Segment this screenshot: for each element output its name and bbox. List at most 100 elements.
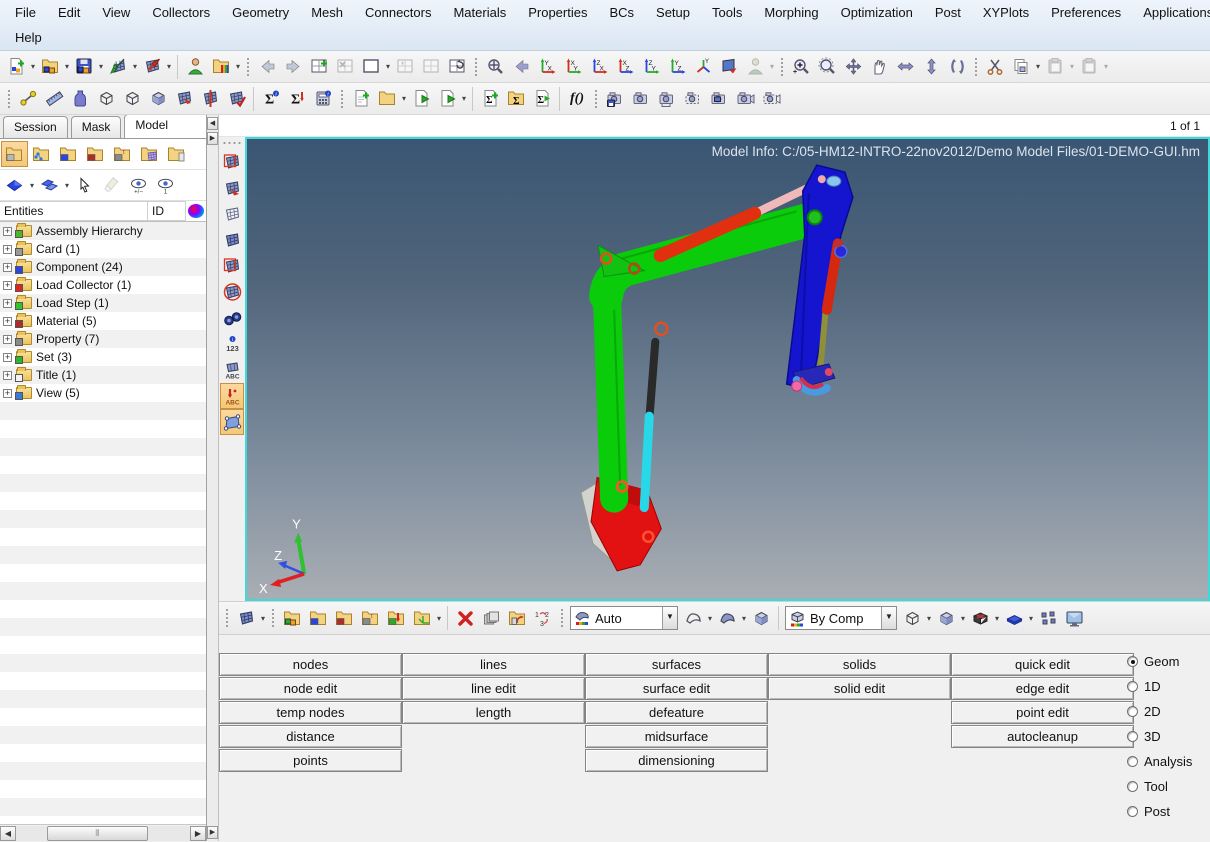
radio-3d[interactable]: 3D — [1127, 724, 1192, 749]
flip-view-icon[interactable] — [716, 54, 742, 80]
new-summary-icon[interactable]: Σ — [477, 86, 503, 112]
material-view-icon[interactable] — [82, 141, 109, 167]
mesh-orient-icon[interactable] — [171, 86, 197, 112]
radio-dot[interactable] — [1127, 731, 1138, 742]
tree-item-material[interactable]: + Material (5) — [0, 312, 206, 330]
dimensioning-button[interactable]: dimensioning — [585, 749, 768, 772]
zoom-lasso-icon[interactable] — [814, 54, 840, 80]
color-column-icon[interactable] — [188, 204, 204, 218]
autocleanup-button[interactable]: autocleanup — [951, 725, 1134, 748]
radio-dot[interactable] — [1127, 806, 1138, 817]
tree-item-set[interactable]: + Set (3) — [0, 348, 206, 366]
material-collector-icon[interactable] — [331, 605, 357, 631]
mesh-section-icon[interactable] — [197, 86, 223, 112]
video-capture-icon[interactable] — [732, 86, 758, 112]
open-report-dropdown[interactable]: ▾ — [400, 94, 408, 103]
length-button[interactable]: length — [402, 701, 585, 724]
menu-post[interactable]: Post — [924, 2, 972, 23]
expand-icon[interactable]: + — [3, 316, 12, 326]
view-iso-icon[interactable]: Y — [690, 54, 716, 80]
link-view-icon[interactable] — [28, 141, 55, 167]
menu-geometry[interactable]: Geometry — [221, 2, 300, 23]
wireframe-cube-dropdown[interactable]: ▾ — [925, 614, 933, 623]
tree-item-view[interactable]: + View (5) — [0, 384, 206, 402]
summary-export-icon[interactable]: Σ — [284, 86, 310, 112]
export-dropdown[interactable]: ▾ — [165, 62, 173, 71]
user-profile-icon[interactable] — [182, 54, 208, 80]
quick-edit-button[interactable]: quick edit — [951, 653, 1134, 676]
menu-bcs[interactable]: BCs — [598, 2, 645, 23]
node-edit-button[interactable]: node edit — [219, 677, 402, 700]
element-handles-icon[interactable] — [967, 605, 993, 631]
snapshot-window-icon[interactable] — [706, 86, 732, 112]
tree-item-assembly[interactable]: + Assembly Hierarchy — [0, 222, 206, 240]
menu-mesh[interactable]: Mesh — [300, 2, 354, 23]
arrows-horizontal-icon[interactable] — [892, 54, 918, 80]
mesh-mixed-icon[interactable] — [220, 253, 244, 279]
new-window-icon[interactable] — [306, 54, 332, 80]
temp-nodes-button[interactable]: temp nodes — [219, 701, 402, 724]
surface-handles-toggle-icon[interactable] — [220, 409, 244, 435]
expand-icon[interactable]: + — [3, 352, 12, 362]
wireframe-surface-dropdown[interactable]: ▾ — [706, 614, 714, 623]
wireframe-cube-icon[interactable] — [899, 605, 925, 631]
plate-thickness-dropdown[interactable]: ▾ — [1027, 614, 1035, 623]
radio-dot[interactable] — [1127, 656, 1138, 667]
system-collector-icon[interactable] — [409, 605, 435, 631]
menu-materials[interactable]: Materials — [442, 2, 517, 23]
import-icon[interactable] — [105, 54, 131, 80]
previous-view-icon[interactable] — [508, 54, 534, 80]
nav-forward-icon[interactable] — [280, 54, 306, 80]
tree-item-card[interactable]: + Card (1) — [0, 240, 206, 258]
radio-dot[interactable] — [1127, 681, 1138, 692]
organize-icon[interactable] — [478, 605, 504, 631]
mass-calc-icon[interactable] — [67, 86, 93, 112]
view-bottom-icon[interactable]: XY — [560, 54, 586, 80]
points-button[interactable]: points — [219, 749, 402, 772]
element-color-combo[interactable]: Auto ▼ — [570, 606, 678, 630]
radio-geom[interactable]: Geom — [1127, 649, 1192, 674]
mesh-view-icon[interactable] — [136, 141, 163, 167]
shaded-surface-dropdown[interactable]: ▾ — [740, 614, 748, 623]
menu-applications[interactable]: Applications — [1132, 2, 1210, 23]
geometry-select-icon[interactable] — [220, 149, 244, 175]
point-edit-button[interactable]: point edit — [951, 701, 1134, 724]
expand-icon[interactable]: + — [3, 370, 12, 380]
mesh-shaded-icon[interactable] — [220, 227, 244, 253]
component-collector-icon[interactable] — [305, 605, 331, 631]
entity-selector-icon[interactable] — [1, 172, 28, 198]
radio-dot[interactable] — [1127, 756, 1138, 767]
menu-view[interactable]: View — [91, 2, 141, 23]
radio-tool[interactable]: Tool — [1127, 774, 1192, 799]
shaded-cube-icon[interactable] — [748, 605, 774, 631]
menu-tools[interactable]: Tools — [701, 2, 753, 23]
surface-edit-button[interactable]: surface edit — [585, 677, 768, 700]
multi-windows-icon[interactable] — [1035, 605, 1061, 631]
import-dropdown[interactable]: ▾ — [131, 62, 139, 71]
menu-optimization[interactable]: Optimization — [830, 2, 924, 23]
graphics-viewport[interactable]: Y Z X Model Info: C:/05-HM12-INTRO-22nov… — [245, 137, 1210, 601]
summary-info-icon[interactable]: Σi — [258, 86, 284, 112]
new-report-icon[interactable] — [348, 86, 374, 112]
scroll-left-icon[interactable]: ◀ — [0, 825, 16, 841]
export-icon[interactable] — [139, 54, 165, 80]
renumber-icon[interactable]: 123 — [530, 605, 556, 631]
geometry-shaded-mesh-icon[interactable] — [220, 175, 244, 201]
refresh-window-icon[interactable] — [444, 54, 470, 80]
expand-icon[interactable]: + — [3, 244, 12, 254]
expand-icon[interactable]: + — [3, 280, 12, 290]
arrow-labels-toggle-icon[interactable]: ABC — [220, 383, 244, 409]
snapshot-icon[interactable] — [628, 86, 654, 112]
browser-horizontal-scrollbar[interactable]: ◀ ▶ — [0, 824, 206, 841]
partial-view-icon[interactable] — [163, 141, 190, 167]
card-edit-icon[interactable] — [504, 605, 530, 631]
video-region-icon[interactable] — [758, 86, 784, 112]
defeature-button[interactable]: defeature — [585, 701, 768, 724]
rotate-view-icon[interactable] — [944, 54, 970, 80]
expand-icon[interactable]: + — [3, 298, 12, 308]
blank-window-dropdown[interactable]: ▾ — [384, 62, 392, 71]
numbers-display-icon[interactable]: i 123 — [220, 331, 244, 357]
display-none-icon[interactable] — [220, 279, 244, 305]
geometry-color-combo[interactable]: By Comp ▼ — [785, 606, 897, 630]
edge-edit-button[interactable]: edge edit — [951, 677, 1134, 700]
